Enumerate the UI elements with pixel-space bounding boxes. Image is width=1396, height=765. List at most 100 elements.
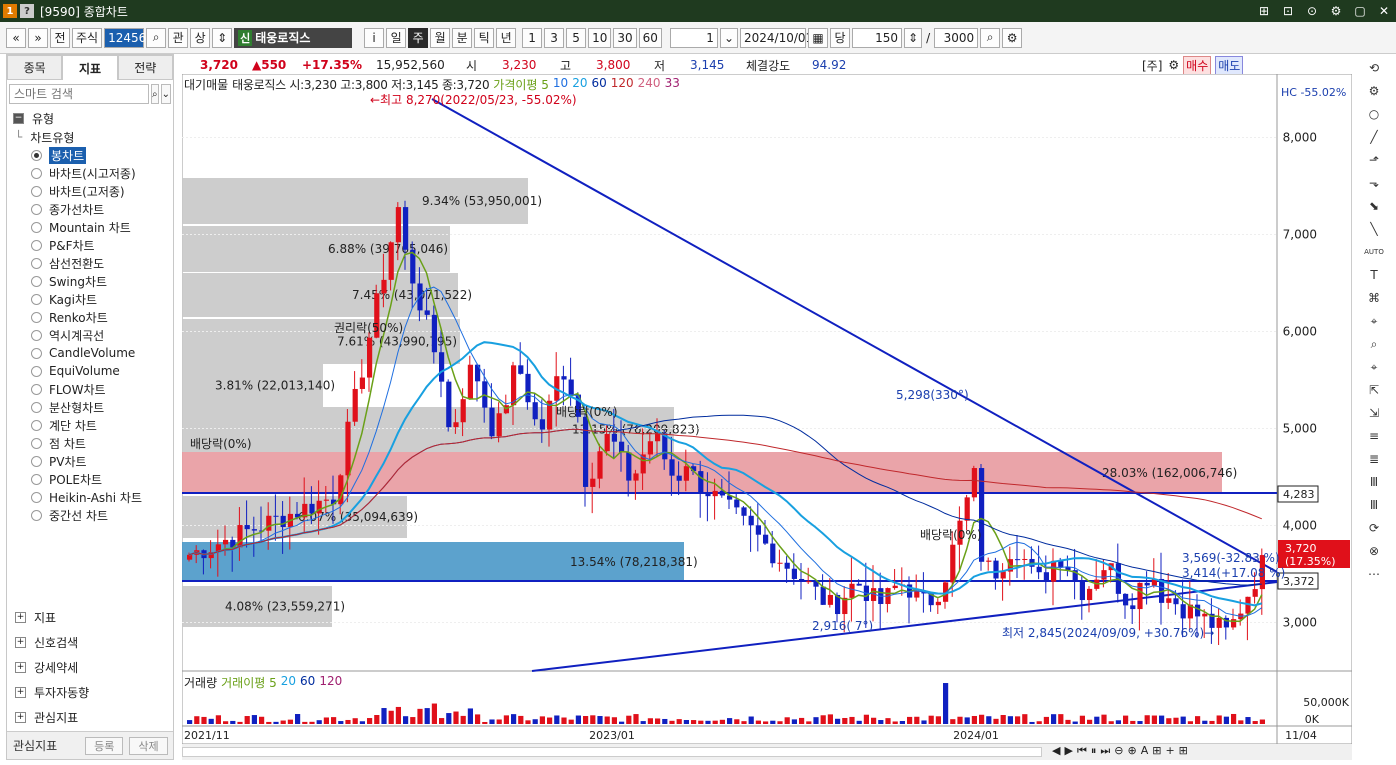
chart-type-18[interactable]: POLE차트 [7,470,173,488]
dang-button[interactable]: 당 [830,27,850,48]
playback-control-0-icon[interactable]: ◀ [1052,744,1060,758]
chart-type-1[interactable]: 바차트(시고저종) [7,164,173,182]
interval-60[interactable]: 60 [638,27,662,48]
search-icon[interactable]: ⌕ [146,27,167,48]
chart-type-3[interactable]: 종가선차트 [7,200,173,218]
interval-input[interactable]: 1 [669,27,718,48]
toolbar-settings-icon[interactable]: ⚙ [1002,27,1023,48]
playback-control-9-icon[interactable]: + [1165,744,1174,758]
window-link-icon[interactable]: ⊞ [1256,3,1272,19]
radio-icon[interactable] [31,257,42,269]
period-week[interactable]: 주 [408,27,429,48]
drawing-tool-16-icon[interactable]: ≡ [1364,426,1384,446]
tree-chart-type[interactable]: └ 차트유형 [7,128,173,146]
price-chart[interactable]: 9.34% (53,950,001)6.88% (39,765,046)7.45… [182,74,1352,744]
radio-icon[interactable] [31,329,42,341]
buy-button[interactable]: 매수 [1183,55,1212,75]
quote-settings-icon[interactable]: ⚙ [1168,58,1179,72]
playback-control-8-icon[interactable]: ⊞ [1152,744,1161,758]
drawing-tool-17-icon[interactable]: ≣ [1364,449,1384,469]
delete-button[interactable]: 삭제 [129,736,168,755]
drawing-tool-2-icon[interactable]: ○ [1364,104,1384,124]
interval-30[interactable]: 30 [613,27,637,48]
window-maximize-icon[interactable]: ▢ [1352,3,1368,19]
playback-control-2-icon[interactable]: ⏮ [1077,744,1087,758]
menu-badge-1[interactable]: 1 [3,4,17,18]
type-button[interactable]: 주식 [72,27,103,48]
drawing-tool-19-icon[interactable]: Ⅲ [1364,495,1384,515]
interval-10[interactable]: 10 [588,27,612,48]
drawing-tool-22-icon[interactable]: ⋯ [1364,564,1384,584]
help-badge[interactable]: ? [20,4,34,18]
drawing-tool-10-icon[interactable]: ⌘ [1364,288,1384,308]
playback-control-5-icon[interactable]: ⊖ [1114,744,1123,758]
drawing-tool-1-icon[interactable]: ⚙ [1364,81,1384,101]
radio-icon[interactable] [31,383,42,395]
window-camera-icon[interactable]: ⊙ [1304,3,1320,19]
radio-icon[interactable] [31,239,42,251]
date-input[interactable]: 2024/10/01 [740,27,813,48]
window-close-icon[interactable]: ✕ [1376,3,1392,19]
group-investor[interactable]: + 투자자동향 [7,680,173,705]
drawing-tool-18-icon[interactable]: Ⅲ [1364,472,1384,492]
radio-icon[interactable] [31,311,42,323]
nav-prev-button[interactable]: « [6,27,26,48]
radio-icon[interactable] [31,473,42,485]
drawing-tool-13-icon[interactable]: ⌖ [1364,357,1384,377]
drawing-tool-20-icon[interactable]: ⟳ [1364,518,1384,538]
smart-search-input[interactable] [9,84,149,104]
chart-type-9[interactable]: Renko차트 [7,308,173,326]
total-input[interactable]: 3000 [934,27,979,48]
group-signal[interactable]: + 신호검색 [7,630,173,655]
group-strength[interactable]: + 강세약세 [7,655,173,680]
drawing-tool-7-icon[interactable]: ╲ [1364,219,1384,239]
market-button[interactable]: 전 [50,27,70,48]
chart-type-20[interactable]: 중간선 차트 [7,506,173,524]
info-button[interactable]: i [364,27,385,48]
sell-button[interactable]: 매도 [1215,55,1244,75]
drawing-tool-0-icon[interactable]: ⟲ [1364,58,1384,78]
drawing-tool-5-icon[interactable]: ⬎ [1364,173,1384,193]
playback-control-3-icon[interactable]: ⏸ [1091,744,1097,758]
chart-type-0[interactable]: 봉차트 [7,146,173,164]
chart-type-11[interactable]: CandleVolume [7,344,173,362]
chart-type-17[interactable]: PV차트 [7,452,173,470]
radio-icon[interactable] [31,275,42,287]
radio-icon[interactable] [31,437,42,449]
drawing-tool-14-icon[interactable]: ⇱ [1364,380,1384,400]
chart-type-15[interactable]: 계단 차트 [7,416,173,434]
interval-5[interactable]: 5 [566,27,587,48]
radio-icon[interactable] [31,185,42,197]
chevron-down-icon[interactable]: ⌄ [160,84,171,104]
tab-strategy[interactable]: 전략 [117,55,173,80]
drawing-tool-3-icon[interactable]: ╱ [1364,127,1384,147]
stepper-icon[interactable]: ⇕ [212,27,233,48]
period-day[interactable]: 일 [386,27,407,48]
count-input[interactable]: 150 [852,27,902,48]
chart-type-10[interactable]: 역시계곡선 [7,326,173,344]
drawing-tool-11-icon[interactable]: ⌖ [1364,311,1384,331]
scrollbar-track[interactable] [182,747,1042,757]
drawing-tool-21-icon[interactable]: ⊗ [1364,541,1384,561]
drawing-tool-8-icon[interactable]: AUTO [1364,242,1384,262]
drawing-tool-6-icon[interactable]: ⬊ [1364,196,1384,216]
group-favorite[interactable]: + 관심지표 [7,705,173,730]
tab-indicator[interactable]: 지표 [62,55,118,80]
group-indicator[interactable]: + 지표 [7,605,173,630]
radio-icon[interactable] [31,365,42,377]
radio-icon[interactable] [31,509,42,521]
interval-1[interactable]: 1 [522,27,543,48]
radio-icon[interactable] [31,491,42,503]
chart-type-16[interactable]: 점 차트 [7,434,173,452]
chart-type-8[interactable]: Kagi차트 [7,290,173,308]
chart-type-4[interactable]: Mountain 차트 [7,218,173,236]
radio-icon[interactable] [31,293,42,305]
chart-type-2[interactable]: 바차트(고저종) [7,182,173,200]
code-input[interactable]: 124560 [104,27,154,48]
drawing-tool-4-icon[interactable]: ⬏ [1364,150,1384,170]
playback-control-7-icon[interactable]: A [1141,744,1149,758]
radio-icon[interactable] [31,347,42,359]
tab-stock[interactable]: 종목 [7,55,63,80]
period-tick[interactable]: 틱 [474,27,495,48]
window-copy-icon[interactable]: ⊡ [1280,3,1296,19]
